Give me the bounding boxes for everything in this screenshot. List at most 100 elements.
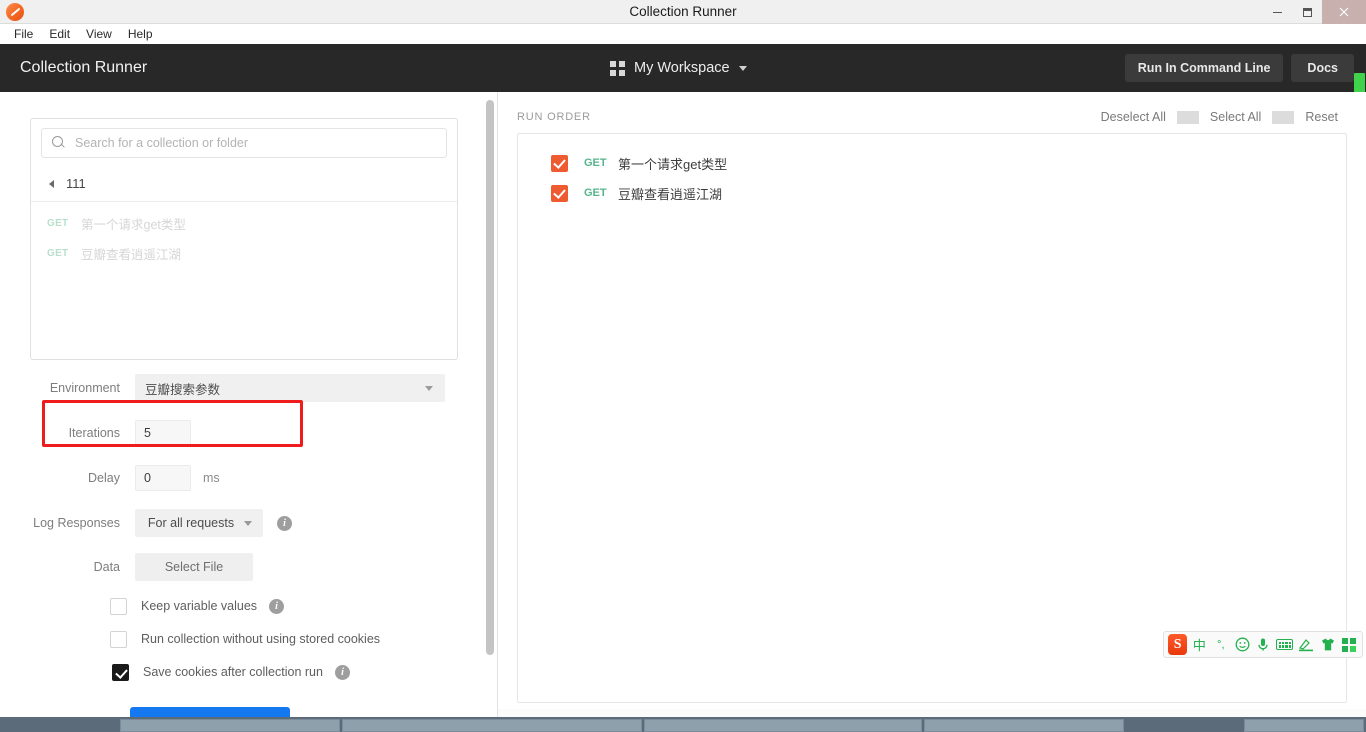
- run-order-item[interactable]: GET 豆瓣查看逍遥江湖: [518, 178, 1346, 208]
- reset-button[interactable]: Reset: [1294, 110, 1349, 124]
- handwriting-icon[interactable]: [1297, 635, 1315, 655]
- workspace-selector[interactable]: My Workspace: [610, 44, 747, 92]
- menu-edit[interactable]: Edit: [41, 24, 78, 44]
- soft-keyboard-icon[interactable]: [1276, 635, 1294, 655]
- info-icon[interactable]: i: [269, 598, 285, 614]
- log-responses-value: For all requests: [147, 516, 235, 530]
- environment-select[interactable]: 豆瓣搜索参数: [135, 374, 445, 402]
- menubar: File Edit View Help: [0, 24, 1366, 44]
- punctuation-icon[interactable]: °,: [1212, 635, 1230, 655]
- docs-button[interactable]: Docs: [1291, 54, 1354, 82]
- request-name-label: 第一个请求get类型: [81, 217, 186, 232]
- chinese-mode-icon[interactable]: 中: [1190, 635, 1208, 655]
- keep-variable-values-label: Keep variable values: [141, 599, 258, 613]
- delay-unit-label: ms: [203, 471, 220, 485]
- left-scrollbar-thumb[interactable]: [486, 100, 494, 655]
- run-order-actions: Deselect All Select All Reset: [1090, 110, 1349, 124]
- header-actions: Run In Command Line Docs: [1124, 44, 1354, 92]
- right-panel: RUN ORDER Deselect All Select All Reset …: [498, 92, 1366, 717]
- search-input[interactable]: [75, 136, 446, 150]
- select-file-button[interactable]: Select File: [135, 553, 253, 581]
- collection-request-row[interactable]: GET 豆瓣查看逍遥江湖: [31, 238, 457, 268]
- delay-row: Delay ms: [30, 464, 220, 492]
- os-taskbar: [0, 717, 1366, 732]
- run-without-cookies-label: Run collection without using stored cook…: [141, 632, 381, 646]
- info-icon[interactable]: i: [334, 664, 350, 680]
- data-row: Data Select File: [30, 553, 253, 581]
- grid-icon: [610, 60, 625, 76]
- environment-value: 豆瓣搜索参数: [145, 382, 221, 397]
- triangle-left-icon[interactable]: [49, 179, 54, 188]
- run-without-cookies-checkbox[interactable]: [110, 630, 127, 648]
- taskbar-item[interactable]: [644, 719, 922, 732]
- close-icon[interactable]: [1322, 0, 1366, 24]
- menu-file[interactable]: File: [6, 24, 41, 44]
- run-item-name: 豆瓣查看逍遥江湖: [618, 186, 723, 202]
- emoji-icon[interactable]: [1233, 635, 1251, 655]
- toolbox-icon[interactable]: [1340, 635, 1358, 655]
- divider: [1272, 110, 1295, 124]
- log-responses-select[interactable]: For all requests: [135, 509, 263, 537]
- search-row[interactable]: [41, 128, 447, 158]
- run-item-checkbox[interactable]: [551, 184, 568, 202]
- ime-toolbar: S 中 °,: [1163, 631, 1363, 658]
- menu-help[interactable]: Help: [120, 24, 161, 44]
- workspace-label: My Workspace: [634, 60, 730, 76]
- right-horizontal-scrollbar[interactable]: [498, 709, 1366, 717]
- window-controls: [1262, 0, 1366, 24]
- log-responses-label: Log Responses: [33, 516, 120, 530]
- left-panel: 111 GET 第一个请求get类型 GET 豆瓣查看逍遥江湖 Environm…: [0, 92, 497, 717]
- chevron-down-icon: [425, 385, 433, 391]
- search-icon: [52, 136, 66, 150]
- iterations-label: Iterations: [68, 426, 120, 440]
- run-order-item[interactable]: GET 第一个请求get类型: [518, 148, 1346, 178]
- chevron-down-icon: [738, 65, 747, 71]
- collection-chooser: 111 GET 第一个请求get类型 GET 豆瓣查看逍遥江湖: [30, 118, 458, 360]
- keep-variable-values-row[interactable]: Keep variable values i: [110, 595, 285, 617]
- collection-request-row[interactable]: GET 第一个请求get类型: [31, 208, 457, 238]
- app-header: Collection Runner My Workspace Run In Co…: [0, 44, 1366, 103]
- keep-variable-values-checkbox[interactable]: [110, 597, 127, 615]
- run-in-command-line-button[interactable]: Run In Command Line: [1124, 54, 1284, 82]
- request-method-label: GET: [47, 247, 69, 259]
- divider: [1176, 110, 1199, 124]
- skin-icon[interactable]: [1318, 635, 1336, 655]
- iterations-input[interactable]: [135, 420, 191, 446]
- run-order-label: RUN ORDER: [517, 111, 591, 123]
- info-icon[interactable]: i: [277, 515, 292, 531]
- minimize-icon[interactable]: [1262, 0, 1292, 24]
- iterations-row: Iterations: [30, 419, 191, 447]
- taskbar-item[interactable]: [120, 719, 340, 732]
- deselect-all-button[interactable]: Deselect All: [1090, 110, 1177, 124]
- run-item-method: GET: [584, 157, 607, 169]
- delay-input[interactable]: [135, 465, 191, 491]
- taskbar-item[interactable]: [1244, 719, 1364, 732]
- environment-label: Environment: [49, 381, 120, 395]
- maximize-icon[interactable]: [1292, 0, 1322, 24]
- save-cookies-checkbox[interactable]: [112, 663, 129, 681]
- run-order-list: GET 第一个请求get类型 GET 豆瓣查看逍遥江湖: [517, 133, 1347, 703]
- collection-folder-row[interactable]: 111: [31, 166, 457, 202]
- run-item-name: 第一个请求get类型: [618, 156, 728, 172]
- data-label: Data: [93, 560, 120, 574]
- taskbar-item[interactable]: [342, 719, 642, 732]
- run-item-method: GET: [584, 187, 607, 199]
- request-name-label: 豆瓣查看逍遥江湖: [81, 247, 182, 262]
- taskbar-item[interactable]: [924, 719, 1124, 732]
- sogou-logo-icon[interactable]: S: [1168, 634, 1188, 655]
- save-cookies-label: Save cookies after collection run: [143, 665, 323, 679]
- run-without-cookies-row[interactable]: Run collection without using stored cook…: [110, 628, 380, 650]
- chevron-down-icon: [244, 520, 252, 526]
- collection-folder-name: 111: [66, 176, 86, 191]
- window-titlebar: Collection Runner: [0, 0, 1366, 24]
- save-cookies-row[interactable]: Save cookies after collection run i: [112, 661, 350, 683]
- run-item-checkbox[interactable]: [551, 154, 568, 172]
- log-responses-row: Log Responses For all requests i: [30, 509, 292, 537]
- delay-label: Delay: [88, 471, 120, 485]
- page-title: Collection Runner: [20, 59, 148, 76]
- request-method-label: GET: [47, 217, 69, 229]
- menu-view[interactable]: View: [78, 24, 120, 44]
- environment-row: Environment 豆瓣搜索参数: [30, 374, 445, 402]
- select-all-button[interactable]: Select All: [1199, 110, 1272, 124]
- voice-input-icon[interactable]: [1254, 635, 1272, 655]
